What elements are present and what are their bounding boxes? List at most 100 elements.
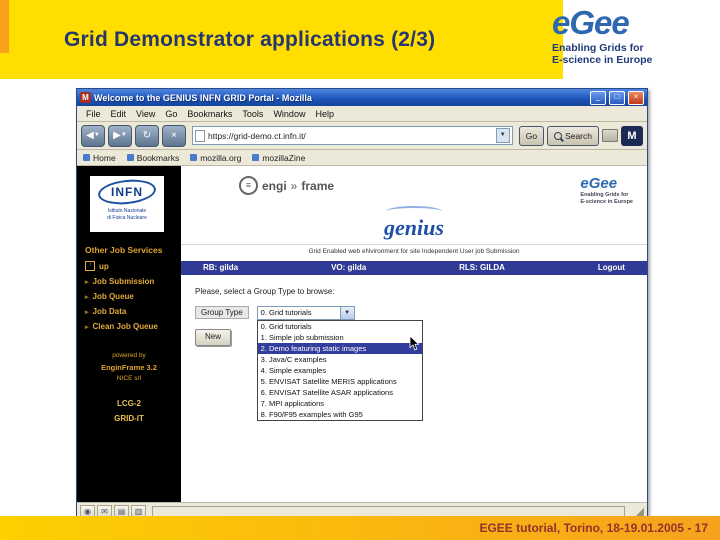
session-info-bar: RB: gilda VO: gilda RLS: GILDA Logout: [181, 260, 647, 275]
menu-edit[interactable]: Edit: [106, 109, 132, 119]
dropdown-option[interactable]: 7. MPI applications: [258, 398, 422, 409]
dropdown-option[interactable]: 0. Grid tutorials: [258, 321, 422, 332]
powered-by-block: powered by EnginFrame 3.2 NICE srl: [77, 351, 181, 384]
genius-tagline: Grid Enabled web eNvironment for site In…: [181, 243, 647, 255]
slide: Grid Demonstrator applications (2/3) eGe…: [0, 0, 720, 540]
dropdown-option[interactable]: 3. Java/C examples: [258, 354, 422, 365]
dropdown-option-selected[interactable]: 2. Demo featuring static images: [257, 342, 422, 354]
combo-dropdown-icon[interactable]: ▼: [339, 306, 354, 319]
egee-logo: eGee Enabling Grids for E-science in Eur…: [552, 6, 704, 66]
group-type-dropdown-list: 0. Grid tutorials 1. Simple job submissi…: [256, 319, 423, 421]
close-button[interactable]: ×: [628, 90, 644, 105]
forward-button[interactable]: ▶▼: [108, 124, 132, 147]
genius-logo: genius: [181, 205, 647, 239]
group-type-row: Group Type 0. Grid tutorials ▼ 0. Grid t…: [195, 305, 647, 421]
page-title: Grid Demonstrator applications (2/3): [64, 28, 436, 51]
enginframe-version: EnginFrame 3.2: [101, 362, 157, 372]
sidebar-item-job-data[interactable]: ▸ Job Data: [85, 307, 181, 316]
powered-org: NICE srl: [116, 374, 142, 382]
new-button[interactable]: New: [195, 328, 231, 346]
egee-brand-text: eGee: [552, 4, 630, 41]
enginframe-icon: ≡: [239, 176, 258, 195]
bookmark-icon: [126, 154, 134, 161]
sidebar-item-job-submission[interactable]: ▸ Job Submission: [85, 277, 181, 286]
dropdown-option[interactable]: 6. ENVISAT Satellite ASAR applications: [258, 387, 422, 398]
url-history-dropdown-icon[interactable]: ▼: [495, 128, 510, 143]
url-input[interactable]: https://grid-demo.ct.infn.it/: [208, 131, 493, 141]
up-icon: ↑: [85, 261, 95, 272]
group-type-select[interactable]: 0. Grid tutorials ▼: [256, 305, 355, 320]
go-button[interactable]: Go: [518, 125, 545, 146]
url-bar[interactable]: https://grid-demo.ct.infn.it/ ▼: [192, 126, 513, 145]
group-type-combo-wrap: 0. Grid tutorials ▼ 0. Grid tutorials 1.…: [256, 305, 423, 421]
sidebar-links: LCG-2 GRID-IT: [77, 396, 181, 426]
page-icon: [195, 129, 205, 142]
mozilla-throbber-icon[interactable]: M: [621, 125, 643, 146]
sidebar-link-lcg2[interactable]: LCG-2: [77, 396, 181, 411]
logout-link[interactable]: Logout: [598, 263, 625, 272]
select-prompt: Please, select a Group Type to browse:: [195, 286, 335, 296]
maximize-button[interactable]: □: [609, 90, 625, 105]
sidebar-link-gridit[interactable]: GRID-IT: [77, 411, 181, 426]
header-accent-block: [0, 0, 9, 53]
dropdown-option[interactable]: 1. Simple job submission: [258, 332, 422, 343]
window-titlebar[interactable]: M Welcome to the GENIUS INFN GRID Portal…: [77, 89, 647, 106]
dropdown-option[interactable]: 8. F90/F95 examples with G95: [258, 409, 422, 420]
mouse-cursor-icon: [409, 334, 420, 353]
group-type-label: Group Type: [195, 306, 249, 320]
infn-ellipse-graphic: INFN: [98, 180, 156, 204]
navigation-toolbar: ◀▼ ▶▼ ↻ × https://grid-demo.ct.infn.it/ …: [77, 122, 647, 150]
menu-bar: File Edit View Go Bookmarks Tools Window…: [77, 106, 647, 122]
bullet-icon: ▸: [85, 308, 89, 316]
menu-tools[interactable]: Tools: [237, 109, 268, 119]
infn-logo: INFN Istituto Nazionale di Fisica Nuclea…: [90, 176, 164, 232]
rb-label: RB: gilda: [203, 263, 239, 273]
menu-help[interactable]: Help: [310, 109, 339, 119]
enginframe-arrow-icon: »: [290, 178, 298, 193]
infn-logo-subtext: Istituto Nazionale di Fisica Nucleare: [107, 208, 147, 221]
bookmark-mozilla-org[interactable]: mozilla.org: [190, 153, 241, 163]
bookmark-mozillazine[interactable]: mozillaZine: [252, 153, 305, 163]
menu-bookmarks[interactable]: Bookmarks: [182, 109, 237, 119]
sidebar-item-job-queue[interactable]: ▸ Job Queue: [85, 292, 181, 301]
dropdown-option[interactable]: 5. ENVISAT Satellite MERIS applications: [258, 376, 422, 387]
bookmark-bookmarks[interactable]: Bookmarks: [126, 153, 179, 163]
egee-tagline: Enabling Grids for E-science in Europe: [552, 42, 653, 67]
reload-button[interactable]: ↻: [135, 124, 159, 147]
sidebar-menu: Other Job Services ↑ up ▸ Job Submission…: [85, 245, 181, 331]
back-button[interactable]: ◀▼: [81, 124, 105, 147]
search-button[interactable]: Search: [547, 125, 599, 146]
stop-button[interactable]: ×: [162, 124, 186, 147]
dropdown-option[interactable]: 4. Simple examples: [258, 365, 422, 376]
forward-dropdown-icon: ▼: [120, 131, 127, 138]
bookmarks-toolbar: Home Bookmarks mozilla.org mozillaZine: [77, 150, 647, 166]
window-title: Welcome to the GENIUS INFN GRID Portal -…: [94, 92, 312, 103]
bullet-icon: ▸: [85, 323, 89, 331]
menu-window[interactable]: Window: [268, 109, 310, 119]
egee-mini-logo: eGee Enabling Grids for E-science in Eur…: [580, 175, 633, 205]
sidebar-item-clean-job-queue[interactable]: ▸ Clean Job Queue: [85, 322, 181, 331]
browser-window: M Welcome to the GENIUS INFN GRID Portal…: [76, 88, 648, 522]
rls-label: RLS: GILDA: [459, 263, 505, 273]
bookmark-home[interactable]: Home: [83, 153, 116, 163]
bookmark-icon: [190, 154, 198, 161]
menu-go[interactable]: Go: [160, 109, 182, 119]
bullet-icon: ▸: [85, 293, 89, 301]
bookmark-icon: [252, 154, 260, 161]
vo-label: VO: gilda: [331, 263, 367, 273]
menu-file[interactable]: File: [81, 109, 106, 119]
bookmark-icon: [83, 154, 90, 161]
print-icon[interactable]: [602, 129, 618, 142]
portal-main: ≡ engi» frame eGee Enabling Grids for E-s…: [181, 166, 647, 502]
sidebar-item-up[interactable]: ↑ up: [85, 261, 181, 272]
menu-view[interactable]: View: [131, 109, 160, 119]
portal-brand-row: ≡ engi» frame eGee Enabling Grids for E-s…: [181, 166, 647, 206]
page-content: INFN Istituto Nazionale di Fisica Nuclea…: [77, 166, 647, 502]
search-icon: [554, 131, 563, 140]
footer-text: EGEE tutorial, Torino, 18-19.01.2005 - 1…: [479, 521, 708, 535]
back-dropdown-icon: ▼: [93, 131, 100, 138]
bullet-icon: ▸: [85, 278, 89, 286]
minimize-button[interactable]: _: [590, 90, 606, 105]
mozilla-app-icon: M: [80, 92, 91, 103]
portal-sidebar: INFN Istituto Nazionale di Fisica Nuclea…: [77, 166, 181, 502]
